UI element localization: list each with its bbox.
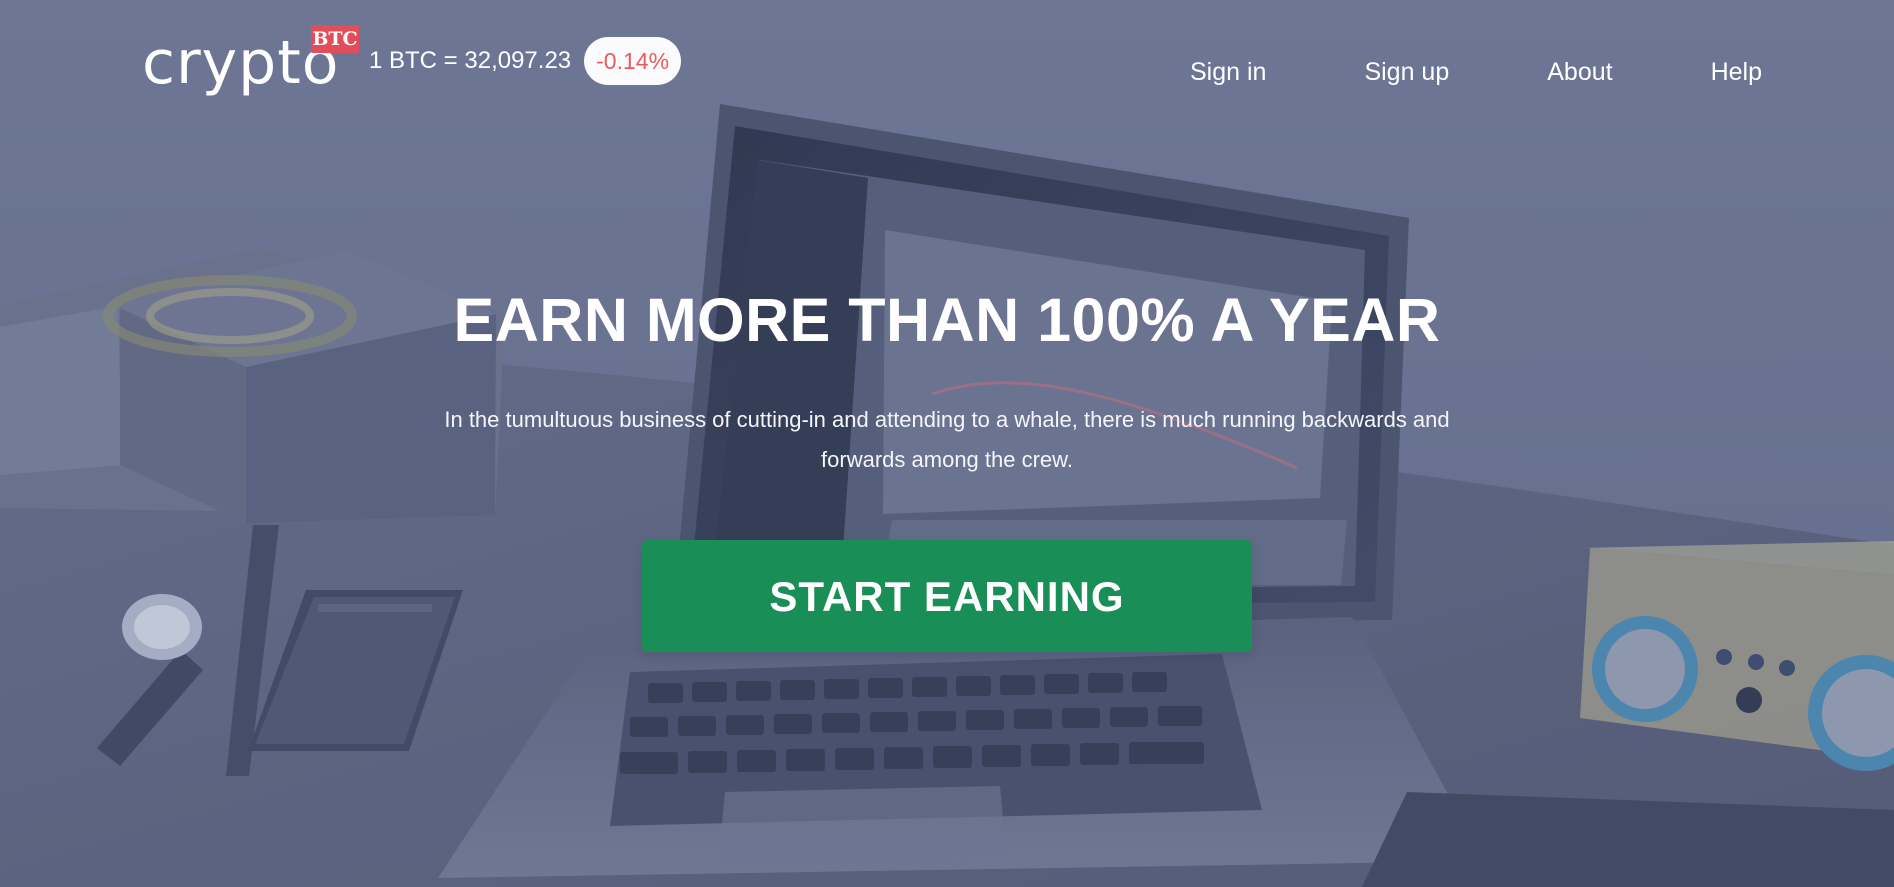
start-earning-button[interactable]: START EARNING bbox=[642, 540, 1252, 652]
btc-badge: BTC bbox=[311, 25, 359, 53]
nav-sign-in-link[interactable]: Sign in bbox=[1190, 57, 1266, 87]
hero-subtitle: In the tumultuous business of cutting-in… bbox=[444, 407, 1450, 472]
logo-text: crypto bbox=[142, 28, 340, 98]
top-navigation: crypto BTC 1 BTC = 32,097.23 -0.14% Sign… bbox=[0, 0, 1894, 120]
nav-help-link[interactable]: Help bbox=[1711, 57, 1762, 87]
nav-sign-up-link[interactable]: Sign up bbox=[1364, 57, 1449, 87]
hero-title: EARN MORE THAN 100% A YEAR bbox=[453, 286, 1441, 354]
hero-section: crypto BTC 1 BTC = 32,097.23 -0.14% Sign… bbox=[0, 0, 1894, 887]
btc-price: 1 BTC = 32,097.23 bbox=[369, 47, 572, 74]
crypto-logo[interactable]: crypto BTC bbox=[142, 25, 372, 98]
btc-change-badge: -0.14% bbox=[584, 37, 682, 85]
btc-price-ticker: 1 BTC = 32,097.23 -0.14% bbox=[369, 37, 682, 85]
nav-about-link[interactable]: About bbox=[1547, 57, 1612, 87]
nav-links: Sign in Sign up About Help bbox=[1190, 57, 1762, 87]
hero-content: EARN MORE THAN 100% A YEAR In the tumult… bbox=[0, 280, 1894, 652]
